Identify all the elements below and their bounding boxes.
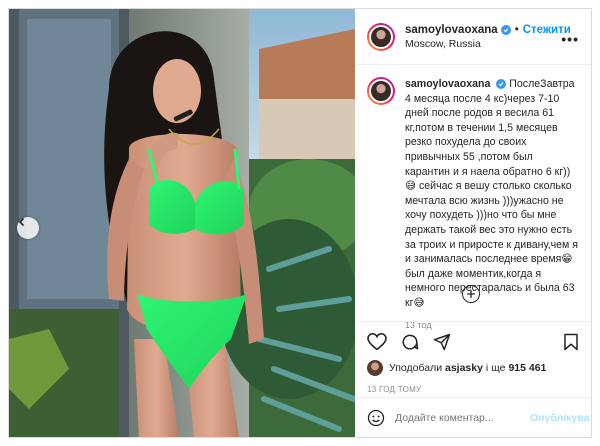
post-time[interactable]: 13 ГОД ТОМУ bbox=[367, 385, 579, 394]
load-more-comments-button[interactable] bbox=[462, 285, 480, 303]
smiley-icon[interactable] bbox=[367, 409, 385, 427]
post-modal: samoylovaoxana • Стежити Moscow, Russia … bbox=[8, 8, 592, 438]
chevron-left-icon bbox=[18, 217, 25, 227]
author-avatar[interactable] bbox=[367, 22, 395, 51]
more-options-button[interactable]: ••• bbox=[561, 31, 579, 47]
post-actions: Уподобали asjasky і ще 915 461 13 ГОД ТО… bbox=[355, 321, 591, 394]
separator-dot: • bbox=[514, 23, 519, 36]
verified-badge-icon bbox=[496, 79, 507, 89]
caption-username[interactable]: samoylovaoxana bbox=[405, 78, 490, 90]
likes-prefix: Уподобали bbox=[389, 362, 443, 374]
add-comment-bar: Опублікувати bbox=[355, 397, 591, 437]
likes-summary[interactable]: Уподобали asjasky і ще 915 461 bbox=[367, 360, 579, 376]
share-icon[interactable] bbox=[433, 333, 451, 351]
publish-button[interactable]: Опублікувати bbox=[530, 412, 591, 424]
likes-count[interactable]: 915 461 bbox=[508, 362, 546, 374]
comments-area: samoylovaoxana ПослеЗавтра 4 месяца посл… bbox=[355, 65, 591, 330]
liker-avatar bbox=[367, 360, 383, 376]
verified-badge-icon bbox=[500, 24, 511, 35]
likes-user[interactable]: asjasky bbox=[445, 362, 483, 374]
prev-photo-button[interactable] bbox=[17, 217, 39, 239]
comment-input[interactable] bbox=[395, 411, 530, 424]
post-side-panel: samoylovaoxana • Стежити Moscow, Russia … bbox=[355, 9, 591, 437]
caption-avatar[interactable] bbox=[367, 77, 395, 105]
author-username[interactable]: samoylovaoxana bbox=[405, 23, 498, 37]
post-header: samoylovaoxana • Стежити Moscow, Russia … bbox=[355, 9, 591, 65]
likes-middle: і ще bbox=[485, 362, 506, 374]
bookmark-icon[interactable] bbox=[563, 333, 579, 351]
post-location[interactable]: Moscow, Russia bbox=[405, 37, 571, 51]
comment-icon[interactable] bbox=[401, 333, 419, 351]
post-photo[interactable] bbox=[9, 9, 355, 437]
heart-icon[interactable] bbox=[367, 333, 387, 351]
caption: samoylovaoxana ПослеЗавтра 4 месяца посл… bbox=[367, 77, 579, 311]
caption-body: ПослеЗавтра 4 месяца после 4 кс)через 7-… bbox=[405, 78, 579, 309]
photo-illustration bbox=[9, 9, 355, 437]
plus-circle-icon bbox=[467, 290, 475, 298]
